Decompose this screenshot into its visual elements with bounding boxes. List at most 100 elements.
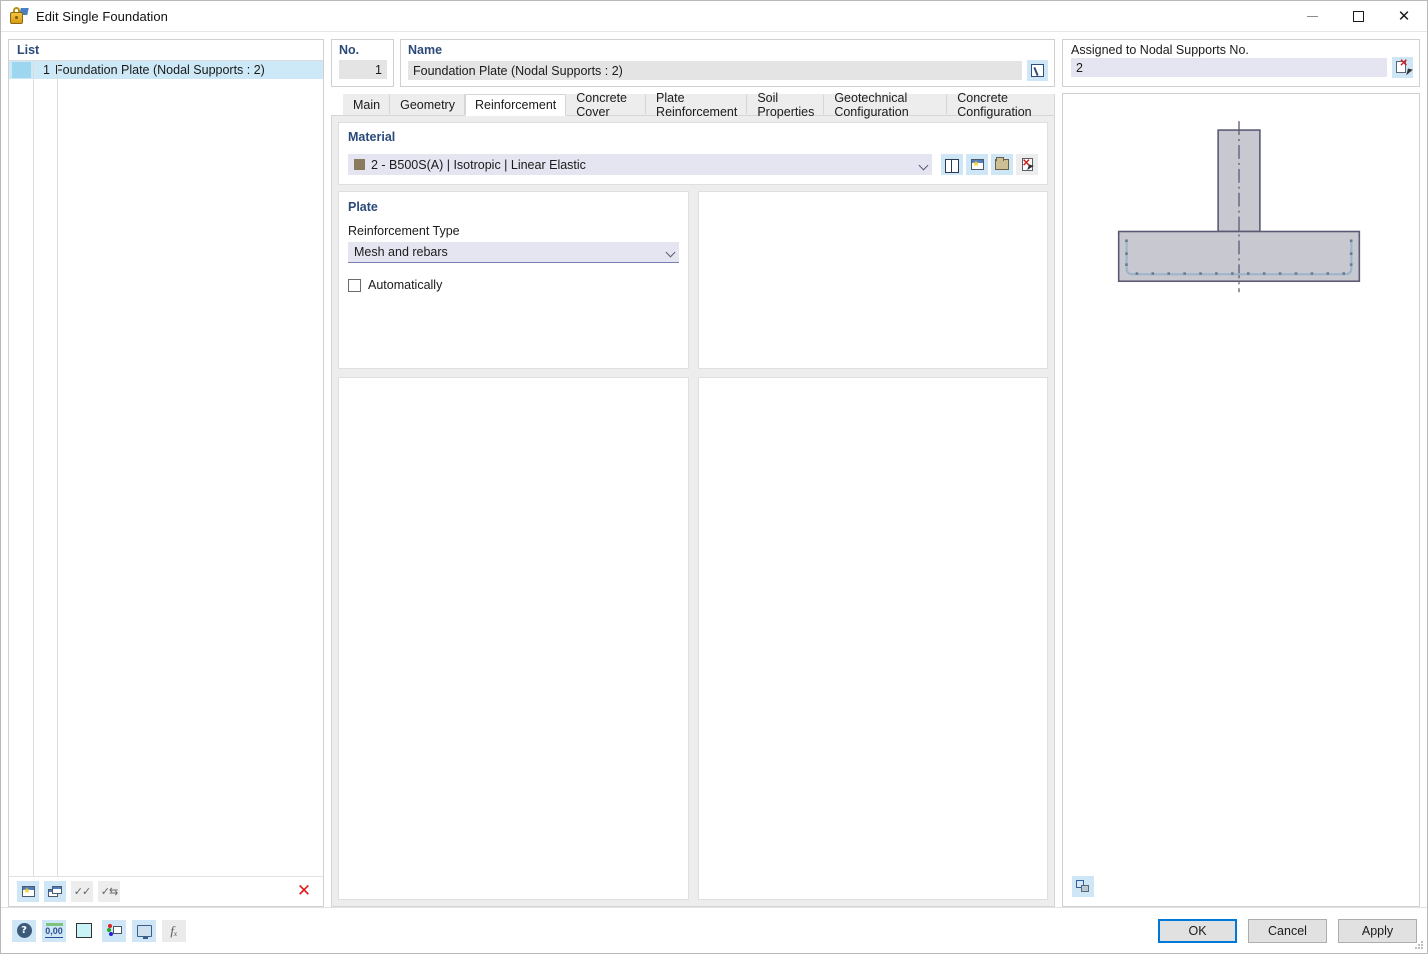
tab-reinforcement[interactable]: Reinforcement: [465, 94, 566, 116]
tab-bar: Main Geometry Reinforcement Concrete Cov…: [331, 94, 1055, 115]
header-fields-row: No. Name: [331, 39, 1055, 87]
delete-item-button[interactable]: ✕: [293, 881, 315, 902]
new-window-star-icon: [22, 886, 35, 897]
book-icon: [945, 159, 959, 171]
pick-in-model-icon: ✕: [1396, 61, 1410, 75]
edit-material-icon: [995, 159, 1009, 170]
cyan-swatch-icon: [76, 923, 92, 938]
plate-section: Plate Reinforcement Type Mesh and rebars…: [338, 191, 689, 369]
automatically-checkbox-row[interactable]: Automatically: [348, 278, 679, 292]
list-item-number: 1: [31, 63, 55, 77]
assigned-supports-label: Assigned to Nodal Supports No.: [1071, 43, 1413, 57]
title-bar: Edit Single Foundation ✕: [1, 1, 1427, 32]
delete-material-button[interactable]: ✕: [1016, 154, 1038, 175]
new-item-button[interactable]: [17, 881, 39, 902]
list-column-divider-1: [33, 61, 34, 876]
list-panel: List 1 Foundation Plate (Nodal Supports …: [8, 39, 324, 907]
name-label: Name: [408, 43, 1048, 57]
left-column: List 1 Foundation Plate (Nodal Supports …: [1, 32, 331, 907]
tab-geotechnical-configuration[interactable]: Geotechnical Configuration: [824, 94, 947, 115]
edit-single-foundation-dialog: Edit Single Foundation ✕ List 1 Foundati…: [0, 0, 1428, 954]
material-section: Material 2 - B500S(A) | Isotropic | Line…: [338, 122, 1048, 185]
list-item-color-swatch: [12, 62, 31, 78]
duplicate-item-button[interactable]: [44, 881, 66, 902]
chevron-down-icon: [919, 162, 928, 168]
reinforcement-type-label: Reinforcement Type: [348, 224, 679, 238]
tab-geometry[interactable]: Geometry: [390, 94, 465, 115]
red-x-icon: ✕: [297, 883, 311, 900]
reinforcement-type-value: Mesh and rebars: [354, 245, 662, 259]
number-input[interactable]: [339, 60, 387, 79]
maximize-button[interactable]: [1335, 1, 1381, 32]
maximize-icon: [1353, 11, 1364, 22]
cancel-button[interactable]: Cancel: [1248, 919, 1327, 943]
view-axes-button[interactable]: [1072, 876, 1094, 897]
close-button[interactable]: ✕: [1381, 1, 1427, 32]
list-column-divider-2: [57, 61, 58, 876]
apply-button[interactable]: Apply: [1338, 919, 1417, 943]
material-library-button[interactable]: [941, 154, 963, 175]
material-section-title: Material: [348, 130, 1038, 144]
window-controls: ✕: [1289, 1, 1427, 32]
assigned-supports-group: Assigned to Nodal Supports No. ✕: [1062, 39, 1420, 87]
number-label: No.: [339, 43, 387, 57]
number-field-group: No.: [331, 39, 394, 87]
dialog-body: List 1 Foundation Plate (Nodal Supports …: [1, 32, 1427, 907]
dialog-footer: ? 0,00 fₓ OK Cancel Apply: [1, 907, 1427, 953]
palette-window-icon: [107, 924, 122, 937]
number-format-icon: 0,00: [45, 927, 63, 938]
reinforcement-panel-bottom-right: [698, 377, 1049, 900]
material-combo[interactable]: 2 - B500S(A) | Isotropic | Linear Elasti…: [348, 154, 932, 175]
close-icon: ✕: [1398, 9, 1411, 24]
reinforcement-panels-grid: Plate Reinforcement Type Mesh and rebars…: [338, 191, 1048, 900]
tab-panel-reinforcement: Material 2 - B500S(A) | Isotropic | Line…: [331, 115, 1055, 907]
question-icon: ?: [17, 923, 32, 938]
fx-icon: fₓ: [170, 923, 177, 939]
minimize-button[interactable]: [1289, 1, 1335, 32]
numeric-format-button[interactable]: 0,00: [42, 920, 66, 942]
chevron-down-icon: [666, 249, 675, 255]
display-properties-button[interactable]: [102, 920, 126, 942]
formula-button[interactable]: fₓ: [162, 920, 186, 942]
view-axes-icon: [1076, 880, 1090, 893]
right-column: Assigned to Nodal Supports No. ✕: [1055, 32, 1427, 907]
pick-in-model-button[interactable]: ✕: [1392, 57, 1413, 78]
automatically-checkbox[interactable]: [348, 279, 361, 292]
list-body[interactable]: 1 Foundation Plate (Nodal Supports : 2): [9, 61, 323, 876]
tab-soil-properties[interactable]: Soil Properties: [747, 94, 824, 115]
edit-name-button[interactable]: [1027, 60, 1048, 81]
select-all-button[interactable]: ✓✓: [71, 881, 93, 902]
help-button[interactable]: ?: [12, 920, 36, 942]
resize-grip[interactable]: [1414, 940, 1424, 950]
model-preview-panel[interactable]: [1062, 93, 1420, 907]
tab-main[interactable]: Main: [343, 94, 390, 115]
list-toolbar: ✓✓ ✓⇆ ✕: [9, 876, 323, 906]
edit-name-icon: [1031, 64, 1044, 77]
duplicate-window-icon: [48, 886, 62, 897]
foundation-lock-icon: [7, 5, 29, 27]
minimize-icon: [1307, 16, 1318, 17]
delete-material-icon: ✕: [1022, 158, 1033, 171]
color-swatch-button[interactable]: [72, 920, 96, 942]
monitor-icon: [137, 925, 152, 937]
visual-settings-button[interactable]: [132, 920, 156, 942]
center-column: No. Name Main Geometry Reinforcement: [331, 32, 1055, 907]
check-invert-icon: ✓⇆: [101, 885, 117, 898]
tab-concrete-cover[interactable]: Concrete Cover: [566, 94, 646, 115]
list-header: List: [9, 40, 323, 61]
reinforcement-type-select[interactable]: Mesh and rebars: [348, 242, 679, 263]
name-input[interactable]: [408, 61, 1022, 80]
window-title: Edit Single Foundation: [36, 9, 168, 24]
plate-section-title: Plate: [348, 200, 679, 214]
material-value: 2 - B500S(A) | Isotropic | Linear Elasti…: [371, 158, 915, 172]
name-field-group: Name: [400, 39, 1055, 87]
reinforcement-panel-top-right: [698, 191, 1049, 369]
new-material-button[interactable]: [966, 154, 988, 175]
tab-plate-reinforcement[interactable]: Plate Reinforcement: [646, 94, 747, 115]
tab-concrete-configuration[interactable]: Concrete Configuration: [947, 94, 1055, 115]
list-item-label: Foundation Plate (Nodal Supports : 2): [55, 63, 265, 77]
edit-material-button[interactable]: [991, 154, 1013, 175]
invert-selection-button[interactable]: ✓⇆: [98, 881, 120, 902]
assigned-supports-input[interactable]: [1071, 58, 1387, 77]
ok-button[interactable]: OK: [1158, 919, 1237, 943]
